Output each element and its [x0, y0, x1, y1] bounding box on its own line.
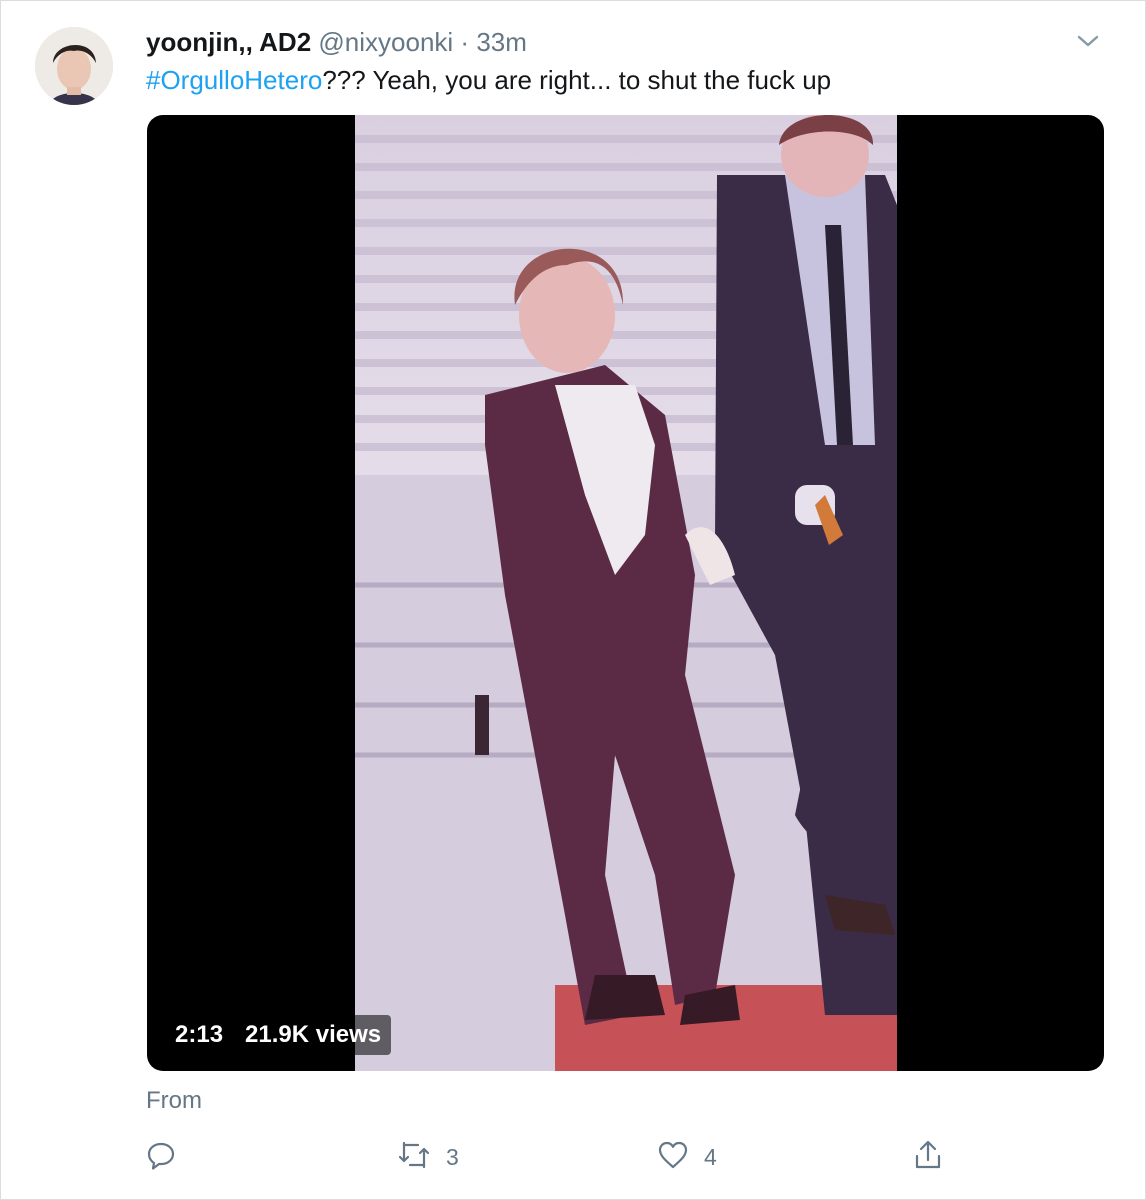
- video-player[interactable]: 2:13 21.9K views: [147, 115, 1104, 1071]
- tweet-actions: 3 4: [1, 1137, 1145, 1177]
- video-views: 21.9K views: [245, 1021, 382, 1048]
- display-name[interactable]: yoonjin,, AD2: [146, 27, 311, 57]
- chevron-down-icon[interactable]: [1074, 29, 1102, 53]
- heart-icon: [656, 1139, 690, 1176]
- separator-dot: ·: [460, 27, 470, 57]
- tweet-text: #OrgulloHetero??? Yeah, you are right...…: [146, 64, 831, 96]
- media-attribution[interactable]: From: [146, 1087, 202, 1115]
- retweet-button[interactable]: 3: [396, 1137, 459, 1177]
- video-duration-badge: 2:13 21.9K views: [165, 1015, 392, 1055]
- avatar[interactable]: [35, 27, 113, 105]
- like-count: 4: [704, 1143, 717, 1170]
- share-button[interactable]: [912, 1137, 944, 1177]
- retweet-icon: [396, 1139, 432, 1176]
- timestamp[interactable]: 33m: [476, 27, 527, 57]
- tweet-card[interactable]: yoonjin,, AD2 @nixyoonki · 33m #OrgulloH…: [0, 0, 1146, 1200]
- user-handle[interactable]: @nixyoonki: [318, 27, 453, 57]
- video-frame[interactable]: [355, 115, 897, 1071]
- like-button[interactable]: 4: [656, 1137, 717, 1177]
- tweet-header: yoonjin,, AD2 @nixyoonki · 33m: [146, 26, 527, 58]
- reply-button[interactable]: [145, 1137, 191, 1177]
- share-icon: [912, 1138, 944, 1177]
- hashtag-link[interactable]: #OrgulloHetero: [146, 65, 322, 95]
- retweet-count: 3: [446, 1143, 459, 1170]
- video-duration: 2:13: [175, 1021, 224, 1048]
- tweet-body: ??? Yeah, you are right... to shut the f…: [322, 65, 832, 95]
- reply-icon: [145, 1139, 177, 1176]
